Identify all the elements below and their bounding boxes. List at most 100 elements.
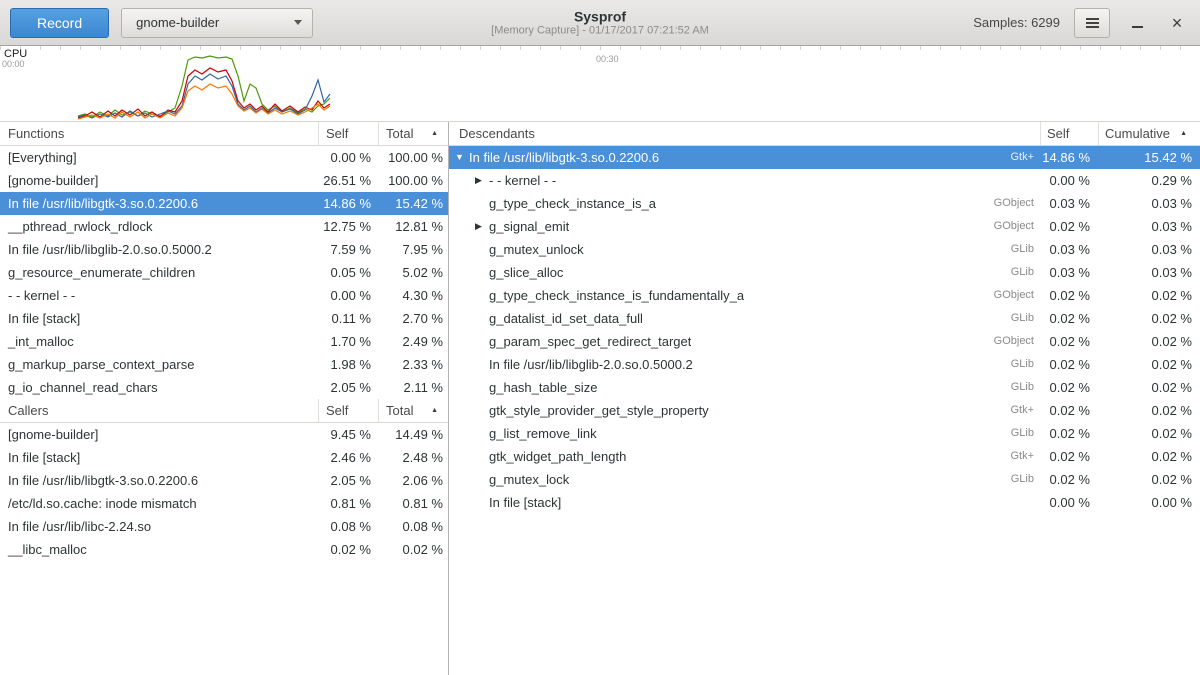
descendants-table-row[interactable]: g_mutex_unlockGLib0.03 %0.03 % bbox=[449, 238, 1200, 261]
functions-table-row[interactable]: [gnome-builder]26.51 %100.00 % bbox=[0, 169, 448, 192]
functions-table-row[interactable]: __pthread_rwlock_rdlock12.75 %12.81 % bbox=[0, 215, 448, 238]
self-value: 1.70 % bbox=[318, 330, 378, 353]
descendants-table-row[interactable]: gtk_style_provider_get_style_propertyGtk… bbox=[449, 399, 1200, 422]
callers-table-row[interactable]: In file /usr/lib/libgtk-3.so.0.2200.62.0… bbox=[0, 469, 448, 492]
self-value: 2.46 % bbox=[318, 446, 378, 469]
descendants-table: ▼In file /usr/lib/libgtk-3.so.0.2200.6Gt… bbox=[449, 146, 1200, 514]
functions-total-column-header[interactable]: Total ▲ bbox=[378, 122, 448, 145]
descendants-table-row[interactable]: g_type_check_instance_is_aGObject0.03 %0… bbox=[449, 192, 1200, 215]
cumulative-value: 0.02 % bbox=[1098, 353, 1200, 376]
self-value: 0.00 % bbox=[1040, 169, 1098, 192]
library-badge: GObject bbox=[994, 192, 1040, 215]
cumulative-value: 0.03 % bbox=[1098, 192, 1200, 215]
callers-table-row[interactable]: In file /usr/lib/libc-2.24.so0.08 %0.08 … bbox=[0, 515, 448, 538]
descendants-table-row[interactable]: gtk_widget_path_lengthGtk+0.02 %0.02 % bbox=[449, 445, 1200, 468]
function-name: [Everything] bbox=[0, 146, 318, 169]
descendants-self-column-header[interactable]: Self bbox=[1040, 122, 1098, 145]
descendants-table-row[interactable]: g_list_remove_linkGLib0.02 %0.02 % bbox=[449, 422, 1200, 445]
callers-table-row[interactable]: /etc/ld.so.cache: inode mismatch0.81 %0.… bbox=[0, 492, 448, 515]
function-name: g_slice_alloc bbox=[489, 261, 563, 284]
callers-table-row[interactable]: __libc_malloc0.02 %0.02 % bbox=[0, 538, 448, 561]
close-icon: × bbox=[1172, 14, 1183, 32]
function-name: g_type_check_instance_is_fundamentally_a bbox=[489, 284, 744, 307]
descendants-cumulative-column-label: Cumulative bbox=[1105, 122, 1170, 145]
cumulative-value: 0.03 % bbox=[1098, 238, 1200, 261]
left-panel: Functions Self Total ▲ [Everything]0.00 … bbox=[0, 122, 449, 675]
target-selector-label: gnome-builder bbox=[136, 15, 219, 30]
library-badge: GLib bbox=[1011, 376, 1040, 399]
function-name: g_resource_enumerate_children bbox=[0, 261, 318, 284]
cumulative-value: 0.03 % bbox=[1098, 215, 1200, 238]
callers-table-row[interactable]: In file [stack]2.46 %2.48 % bbox=[0, 446, 448, 469]
target-selector-dropdown[interactable]: gnome-builder bbox=[121, 8, 313, 38]
descendants-table-row[interactable]: ▼In file /usr/lib/libgtk-3.so.0.2200.6Gt… bbox=[449, 146, 1200, 169]
window-title: Sysprof bbox=[491, 8, 709, 24]
tree-expander-collapsed-icon[interactable]: ▶ bbox=[475, 215, 489, 238]
cpu-graph[interactable]: CPU 00:00 00:30 bbox=[0, 46, 1200, 122]
function-name: [gnome-builder] bbox=[0, 423, 318, 446]
functions-table: [Everything]0.00 %100.00 %[gnome-builder… bbox=[0, 146, 448, 399]
total-value: 15.42 % bbox=[378, 192, 448, 215]
functions-table-row[interactable]: In file /usr/lib/libglib-2.0.so.0.5000.2… bbox=[0, 238, 448, 261]
library-badge: GObject bbox=[994, 330, 1040, 353]
descendants-table-row[interactable]: g_param_spec_get_redirect_target GObject 0… bbox=[449, 330, 1200, 353]
total-value: 12.81 % bbox=[378, 215, 448, 238]
total-value: 100.00 % bbox=[378, 146, 448, 169]
descendants-table-row[interactable]: g_datalist_id_set_data_fullGLib0.02 %0.0… bbox=[449, 307, 1200, 330]
self-value: 0.02 % bbox=[318, 538, 378, 561]
window-subtitle: [Memory Capture] - 01/17/2017 07:21:52 A… bbox=[491, 24, 709, 37]
total-value: 2.33 % bbox=[378, 353, 448, 376]
descendants-table-row[interactable]: ▶- - kernel - -0.00 %0.29 % bbox=[449, 169, 1200, 192]
minimize-button[interactable] bbox=[1124, 10, 1150, 36]
sysprof-window: { "header": { "record_label": "Record", … bbox=[0, 0, 1200, 675]
library-badge: GLib bbox=[1011, 468, 1040, 491]
functions-table-row[interactable]: - - kernel - -0.00 %4.30 % bbox=[0, 284, 448, 307]
functions-table-row[interactable]: In file /usr/lib/libgtk-3.so.0.2200.614.… bbox=[0, 192, 448, 215]
close-button[interactable]: × bbox=[1164, 10, 1190, 36]
functions-table-row[interactable]: g_resource_enumerate_children0.05 %5.02 … bbox=[0, 261, 448, 284]
descendants-table-row[interactable]: ▶g_signal_emitGObject0.02 %0.03 % bbox=[449, 215, 1200, 238]
functions-table-row[interactable]: _int_malloc1.70 %2.49 % bbox=[0, 330, 448, 353]
functions-table-row[interactable]: g_io_channel_read_chars2.05 %2.11 % bbox=[0, 376, 448, 399]
callers-table-row[interactable]: [gnome-builder]9.45 %14.49 % bbox=[0, 423, 448, 446]
functions-self-column-header[interactable]: Self bbox=[318, 122, 378, 145]
menu-button[interactable] bbox=[1074, 8, 1110, 38]
time-label-mid: 00:30 bbox=[596, 54, 619, 64]
functions-table-row[interactable]: In file [stack]0.11 %2.70 % bbox=[0, 307, 448, 330]
self-value: 0.02 % bbox=[1040, 445, 1098, 468]
functions-column-header[interactable]: Functions bbox=[0, 122, 318, 145]
callers-table-header: Callers Self Total ▲ bbox=[0, 399, 448, 423]
record-button[interactable]: Record bbox=[10, 8, 109, 38]
callers-column-header[interactable]: Callers bbox=[0, 399, 318, 422]
self-value: 0.02 % bbox=[1040, 399, 1098, 422]
callers-table: [gnome-builder]9.45 %14.49 %In file [sta… bbox=[0, 423, 448, 561]
self-value: 0.00 % bbox=[318, 146, 378, 169]
functions-table-row[interactable]: [Everything]0.00 %100.00 % bbox=[0, 146, 448, 169]
descendants-table-row[interactable]: g_slice_allocGLib0.03 %0.03 % bbox=[449, 261, 1200, 284]
cumulative-value: 0.02 % bbox=[1098, 330, 1200, 353]
self-value: 14.86 % bbox=[1040, 146, 1098, 169]
callers-total-column-header[interactable]: Total ▲ bbox=[378, 399, 448, 422]
tree-expander-collapsed-icon[interactable]: ▶ bbox=[475, 169, 489, 192]
headerbar: Record gnome-builder Sysprof [Memory Cap… bbox=[0, 0, 1200, 46]
cumulative-value: 0.02 % bbox=[1098, 399, 1200, 422]
self-value: 0.03 % bbox=[1040, 261, 1098, 284]
descendants-table-row[interactable]: g_type_check_instance_is_fundamentally_a… bbox=[449, 284, 1200, 307]
library-badge: GLib bbox=[1011, 353, 1040, 376]
descendants-column-header[interactable]: Descendants bbox=[449, 122, 1040, 145]
library-badge: GLib bbox=[1011, 307, 1040, 330]
function-name: - - kernel - - bbox=[0, 284, 318, 307]
descendants-cumulative-column-header[interactable]: Cumulative ▲ bbox=[1098, 122, 1200, 145]
descendants-table-row[interactable]: In file /usr/lib/libglib-2.0.so.0.5000.2… bbox=[449, 353, 1200, 376]
descendants-table-row[interactable]: g_mutex_lockGLib0.02 %0.02 % bbox=[449, 468, 1200, 491]
function-name: g_datalist_id_set_data_full bbox=[489, 307, 643, 330]
function-name: g_param_spec_get_redirect_target bbox=[489, 330, 691, 353]
callers-self-column-header[interactable]: Self bbox=[318, 399, 378, 422]
cpu-blue-line bbox=[78, 74, 330, 118]
functions-table-row[interactable]: g_markup_parse_context_parse1.98 %2.33 % bbox=[0, 353, 448, 376]
library-badge: GObject bbox=[994, 284, 1040, 307]
descendants-table-row[interactable]: In file [stack]0.00 %0.00 % bbox=[449, 491, 1200, 514]
descendants-table-row[interactable]: g_hash_table_sizeGLib0.02 %0.02 % bbox=[449, 376, 1200, 399]
sort-indicator-icon: ▲ bbox=[431, 399, 438, 422]
tree-expander-expanded-icon[interactable]: ▼ bbox=[455, 146, 469, 169]
